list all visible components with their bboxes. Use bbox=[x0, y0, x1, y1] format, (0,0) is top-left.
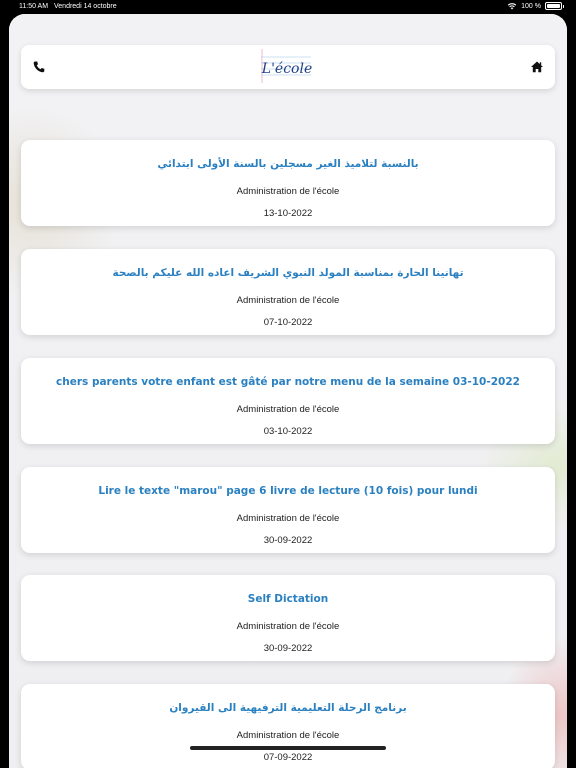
announcement-date: 07-09-2022 bbox=[263, 752, 313, 763]
status-date: Vendredi 14 octobre bbox=[54, 3, 117, 10]
announcement-card[interactable]: chers parents votre enfant est gâté par … bbox=[21, 358, 555, 444]
top-navigation-bar: L'école bbox=[21, 45, 555, 89]
announcement-author: Administration de l'école bbox=[236, 513, 340, 524]
announcement-title: تهانينا الحارة بمناسبة المولد النبوي الش… bbox=[112, 267, 464, 279]
announcement-card[interactable]: برنامج الرحلة التعليمية الترفيهية الى ال… bbox=[21, 684, 555, 768]
wifi-icon bbox=[507, 3, 517, 10]
status-bar: 11:50 AM Vendredi 14 octobre 100 % bbox=[0, 0, 576, 14]
announcement-card[interactable]: بالنسبة لتلاميذ الغير مسجلين بالسنة الأو… bbox=[21, 140, 555, 226]
battery-icon bbox=[545, 2, 564, 10]
home-indicator[interactable] bbox=[190, 746, 386, 750]
announcement-date: 30-09-2022 bbox=[263, 643, 313, 654]
announcement-title: بالنسبة لتلاميذ الغير مسجلين بالسنة الأو… bbox=[157, 158, 419, 170]
announcement-date: 03-10-2022 bbox=[263, 426, 313, 437]
announcement-title: برنامج الرحلة التعليمية الترفيهية الى ال… bbox=[169, 702, 407, 714]
announcement-card[interactable]: تهانينا الحارة بمناسبة المولد النبوي الش… bbox=[21, 249, 555, 335]
announcement-title: Self Dictation bbox=[247, 593, 329, 605]
logo-text: L'école bbox=[261, 61, 312, 77]
announcement-title: Lire le texte "marou" page 6 livre de le… bbox=[98, 485, 478, 497]
battery-percent: 100 % bbox=[521, 2, 541, 10]
announcement-date: 30-09-2022 bbox=[263, 535, 313, 546]
announcement-date: 07-10-2022 bbox=[263, 317, 313, 328]
announcement-card[interactable]: Self Dictation Administration de l'école… bbox=[21, 575, 555, 661]
app-screen: L'école بالنسبة لتلاميذ الغير مسجلين بال… bbox=[9, 14, 567, 768]
home-icon[interactable] bbox=[529, 59, 545, 75]
battery-fill bbox=[547, 4, 560, 8]
announcement-title: chers parents votre enfant est gâté par … bbox=[56, 376, 520, 388]
phone-icon[interactable] bbox=[31, 59, 47, 75]
school-logo: L'école bbox=[257, 47, 313, 85]
announcement-author: Administration de l'école bbox=[236, 404, 340, 415]
announcement-author: Administration de l'école bbox=[236, 730, 340, 741]
status-right: 100 % bbox=[507, 2, 564, 10]
announcement-author: Administration de l'école bbox=[236, 295, 340, 306]
announcement-author: Administration de l'école bbox=[236, 621, 340, 632]
announcement-author: Administration de l'école bbox=[236, 186, 340, 197]
announcement-date: 13-10-2022 bbox=[263, 208, 313, 219]
announcement-card[interactable]: Lire le texte "marou" page 6 livre de le… bbox=[21, 467, 555, 553]
status-time: 11:50 AM bbox=[19, 3, 49, 10]
